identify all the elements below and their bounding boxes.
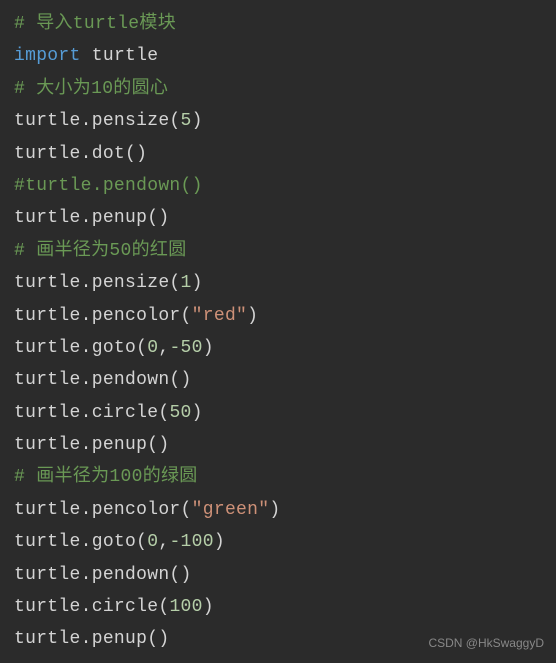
code-line-12: turtle.pendown() bbox=[14, 364, 542, 396]
call: turtle.pencolor( bbox=[14, 306, 192, 326]
comment: #turtle.pendown() bbox=[14, 176, 203, 196]
call: turtle.dot() bbox=[14, 144, 147, 164]
call: turtle.goto( bbox=[14, 532, 147, 552]
number: -50 bbox=[169, 338, 202, 358]
paren: ) bbox=[269, 500, 280, 520]
paren: ) bbox=[203, 338, 214, 358]
code-line-18: turtle.pendown() bbox=[14, 559, 542, 591]
module-name: turtle bbox=[92, 46, 159, 66]
paren: ) bbox=[203, 597, 214, 617]
number: 100 bbox=[169, 597, 202, 617]
code-line-3: # 大小为10的圆心 bbox=[14, 73, 542, 105]
code-line-13: turtle.circle(50) bbox=[14, 397, 542, 429]
paren: ) bbox=[192, 273, 203, 293]
code-line-16: turtle.pencolor("green") bbox=[14, 494, 542, 526]
code-line-17: turtle.goto(0,-100) bbox=[14, 526, 542, 558]
code-line-10: turtle.pencolor("red") bbox=[14, 300, 542, 332]
code-editor: # 导入turtle模块 import turtle # 大小为10的圆心 tu… bbox=[14, 8, 542, 656]
number: -100 bbox=[169, 532, 213, 552]
paren: ) bbox=[192, 403, 203, 423]
paren: ) bbox=[192, 111, 203, 131]
call: turtle.goto( bbox=[14, 338, 147, 358]
comma: , bbox=[158, 532, 169, 552]
comment: # 画半径为100的绿圆 bbox=[14, 467, 198, 487]
paren: ) bbox=[247, 306, 258, 326]
watermark: CSDN @HkSwaggyD bbox=[428, 633, 544, 655]
code-line-8: # 画半径为50的红圆 bbox=[14, 235, 542, 267]
call: turtle.pendown() bbox=[14, 370, 192, 390]
string: "red" bbox=[192, 306, 248, 326]
comment: # 画半径为50的红圆 bbox=[14, 241, 187, 261]
number: 50 bbox=[169, 403, 191, 423]
call: turtle.pensize( bbox=[14, 111, 181, 131]
string: "green" bbox=[192, 500, 270, 520]
code-line-15: # 画半径为100的绿圆 bbox=[14, 461, 542, 493]
call: turtle.circle( bbox=[14, 403, 169, 423]
number: 0 bbox=[147, 338, 158, 358]
comment: # 导入turtle模块 bbox=[14, 14, 176, 34]
code-line-1: # 导入turtle模块 bbox=[14, 8, 542, 40]
call: turtle.pensize( bbox=[14, 273, 181, 293]
space bbox=[81, 46, 92, 66]
code-line-2: import turtle bbox=[14, 40, 542, 72]
call: turtle.penup() bbox=[14, 435, 169, 455]
code-line-14: turtle.penup() bbox=[14, 429, 542, 461]
code-line-6: #turtle.pendown() bbox=[14, 170, 542, 202]
code-line-4: turtle.pensize(5) bbox=[14, 105, 542, 137]
call: turtle.circle( bbox=[14, 597, 169, 617]
code-line-11: turtle.goto(0,-50) bbox=[14, 332, 542, 364]
code-line-9: turtle.pensize(1) bbox=[14, 267, 542, 299]
number: 0 bbox=[147, 532, 158, 552]
code-line-7: turtle.penup() bbox=[14, 202, 542, 234]
paren: ) bbox=[214, 532, 225, 552]
code-line-5: turtle.dot() bbox=[14, 138, 542, 170]
call: turtle.pendown() bbox=[14, 565, 192, 585]
number: 5 bbox=[181, 111, 192, 131]
code-line-19: turtle.circle(100) bbox=[14, 591, 542, 623]
call: turtle.penup() bbox=[14, 208, 169, 228]
comment: # 大小为10的圆心 bbox=[14, 79, 168, 99]
call: turtle.penup() bbox=[14, 629, 169, 649]
number: 1 bbox=[181, 273, 192, 293]
call: turtle.pencolor( bbox=[14, 500, 192, 520]
import-keyword: import bbox=[14, 46, 81, 66]
comma: , bbox=[158, 338, 169, 358]
